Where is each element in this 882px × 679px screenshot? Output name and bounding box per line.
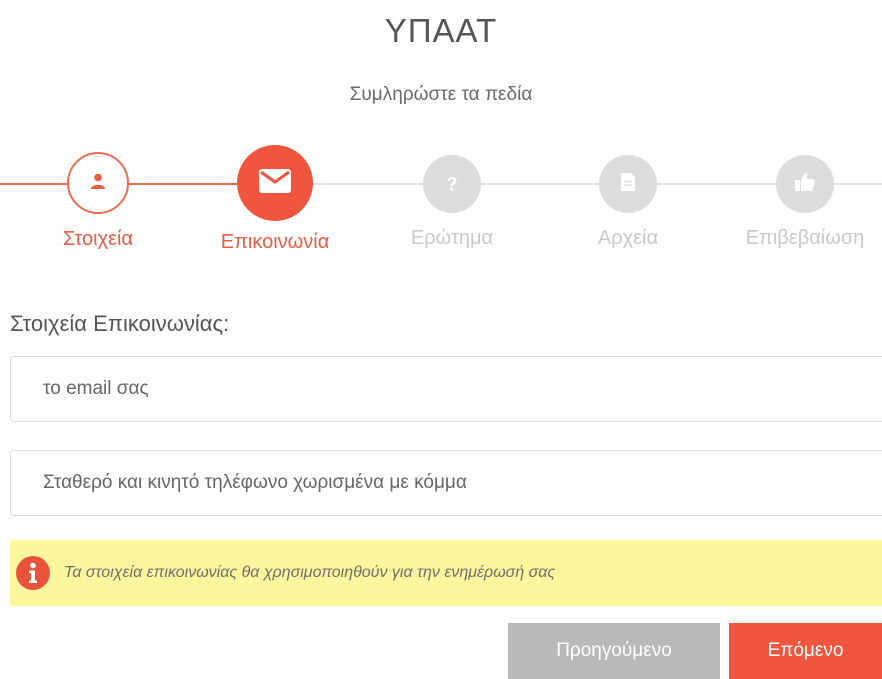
phone-field-wrapper	[10, 450, 882, 516]
step-contact[interactable]: Επικοινωνία	[195, 145, 355, 254]
step-files[interactable]: Αρχεία	[548, 145, 708, 250]
phone-field[interactable]	[11, 451, 882, 515]
email-field[interactable]	[11, 357, 882, 421]
step-2-label: Επικοινωνία	[220, 231, 330, 253]
user-icon	[89, 172, 107, 195]
envelope-icon	[258, 168, 292, 199]
step-3-label: Ερώτημα	[410, 227, 494, 249]
page-subtitle: Συμληρώστε τα πεδία	[349, 84, 533, 105]
thumbs-up-icon	[794, 172, 816, 197]
section-title: Στοιχεία Επικοινωνίας:	[10, 311, 230, 336]
next-button[interactable]: Επόμενο	[729, 623, 882, 679]
step-1-label: Στοιχεία	[62, 228, 133, 250]
page-title: ΥΠΑΑΤ	[384, 12, 498, 49]
step-confirmation[interactable]: Επιβεβαίωση	[725, 145, 882, 250]
step-4-circle	[599, 155, 657, 213]
info-notice: Τα στοιχεία επικοινωνίας θα χρησιμοποιηθ…	[10, 540, 882, 606]
step-4-label: Αρχεία	[597, 227, 659, 249]
step-question[interactable]: ? Ερώτημα	[372, 145, 532, 250]
step-5-circle	[776, 155, 834, 213]
form-wizard-page: ΥΠΑΑΤ Συμληρώστε τα πεδία Στοιχεία Επικο…	[0, 0, 882, 679]
step-3-circle: ?	[423, 155, 481, 213]
question-icon: ?	[446, 173, 458, 194]
email-field-wrapper	[10, 356, 882, 422]
info-icon	[16, 556, 50, 590]
notice-text: Τα στοιχεία επικοινωνίας θα χρησιμοποιηθ…	[64, 564, 556, 581]
step-2-circle	[237, 145, 313, 221]
document-icon	[620, 172, 636, 197]
step-1-circle	[67, 152, 129, 214]
step-personal-details[interactable]: Στοιχεία	[18, 145, 178, 251]
previous-button[interactable]: Προηγούμενο	[508, 623, 720, 679]
step-5-label: Επιβεβαίωση	[745, 227, 865, 249]
wizard-stepper: Στοιχεία Επικοινωνία ? Ερώτημα Αρχεία Επ…	[0, 145, 882, 275]
